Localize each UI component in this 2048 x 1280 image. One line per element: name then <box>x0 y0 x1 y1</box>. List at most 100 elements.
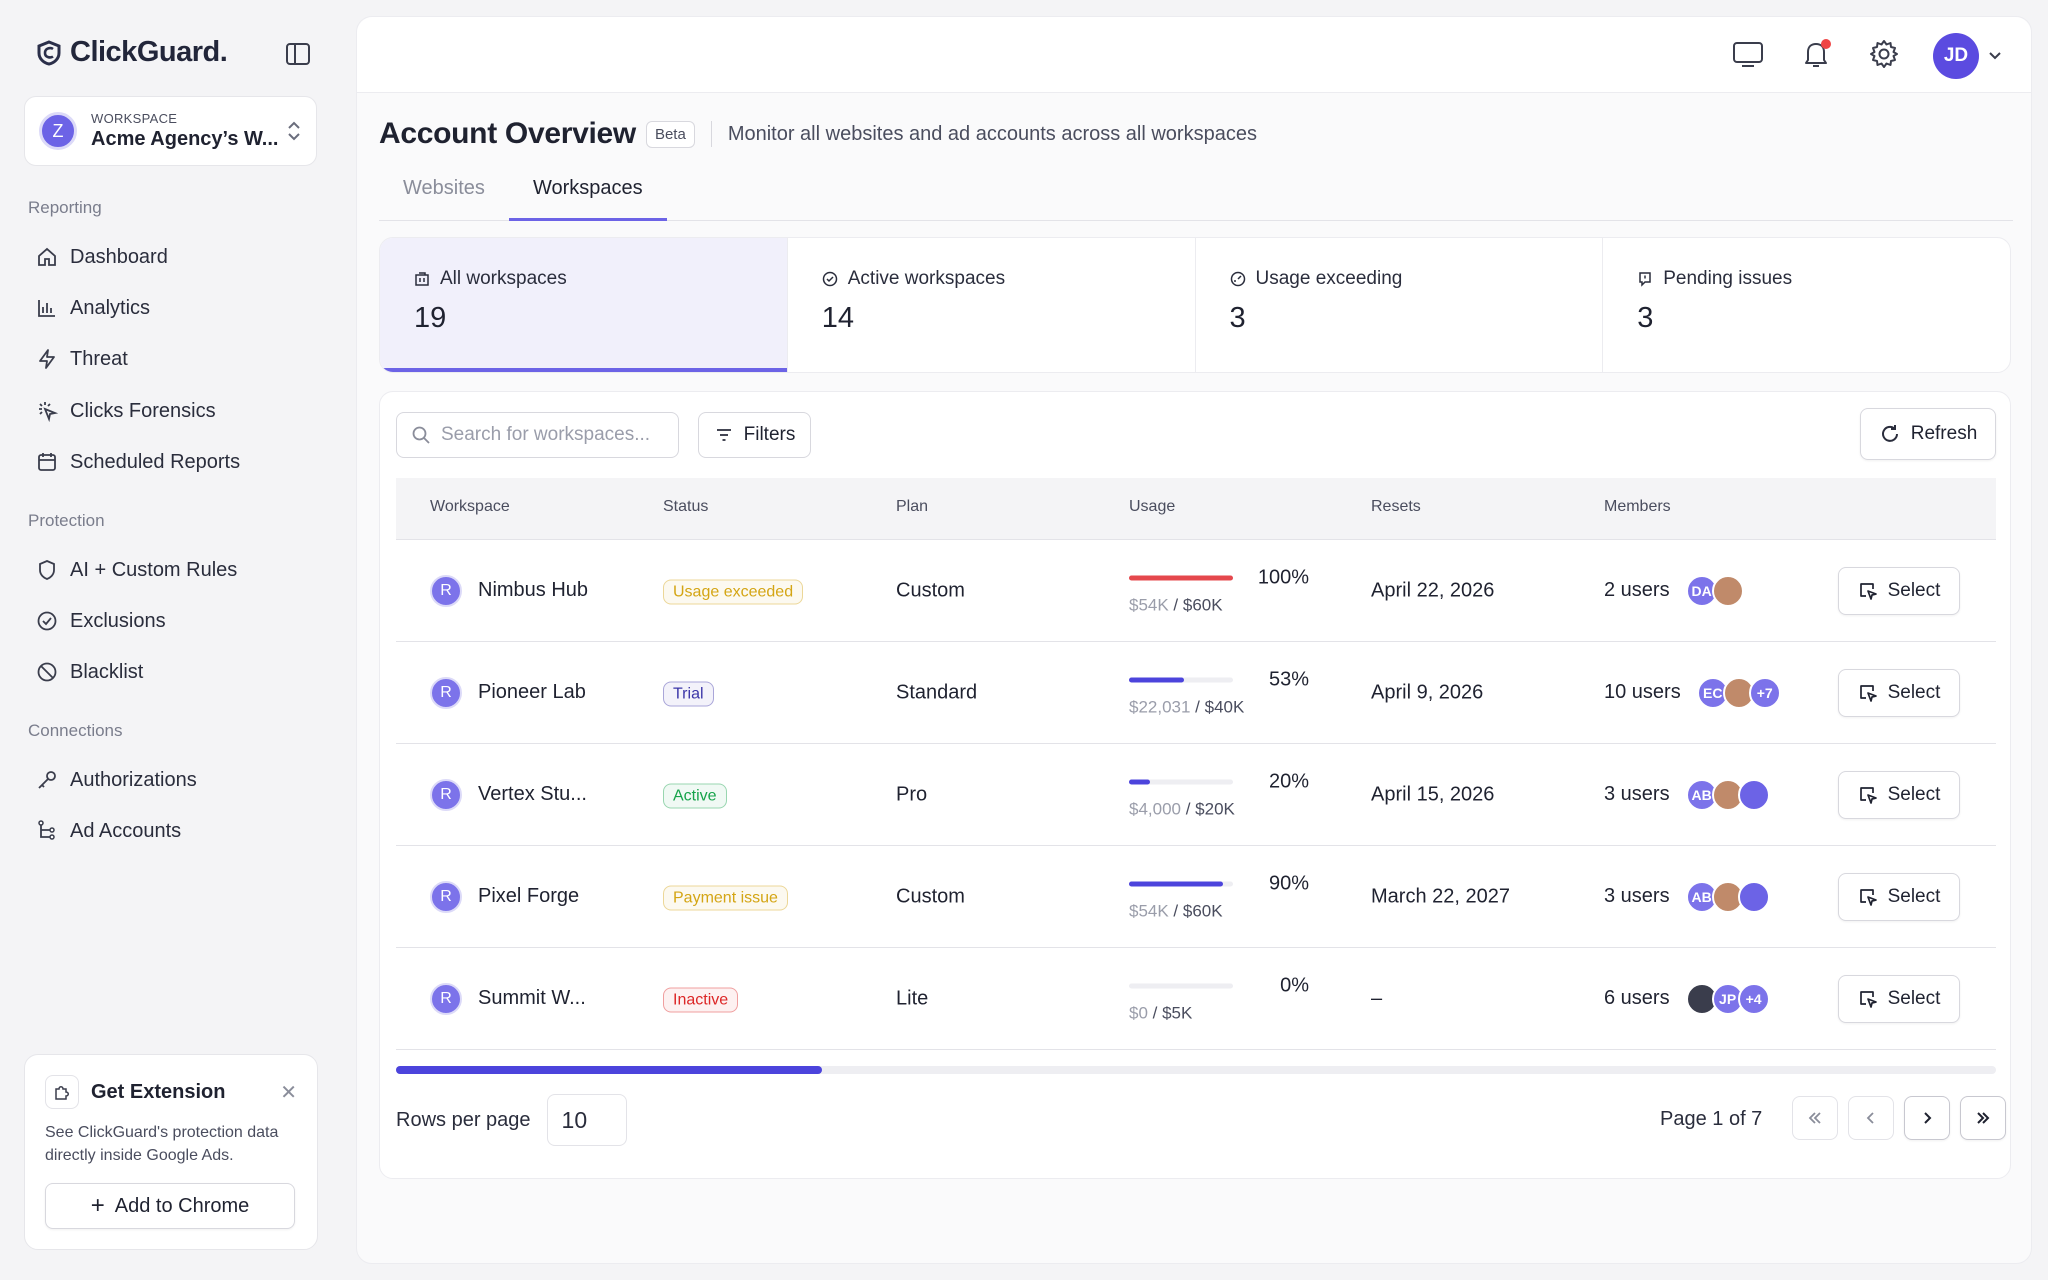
horizontal-scrollbar[interactable] <box>396 1066 1996 1074</box>
usage-percent: 53% <box>1268 668 1309 690</box>
message-alert-icon <box>1639 272 1651 287</box>
tab-workspaces[interactable]: Workspaces <box>509 177 667 221</box>
sidebar-collapse-icon[interactable] <box>284 40 312 68</box>
table-row[interactable]: R Pioneer Lab Trial Standard 53% $22,031… <box>396 642 1996 744</box>
page-subtitle: Monitor all websites and ad accounts acr… <box>727 122 1257 145</box>
resets-cell: – <box>1371 987 1383 1009</box>
brand-logo[interactable]: ClickGuard. <box>36 36 228 69</box>
ban-icon <box>37 662 57 682</box>
gear-icon[interactable] <box>1867 37 1901 71</box>
monitor-icon[interactable] <box>1731 37 1765 71</box>
usage-cell: 90% $54K / $60K <box>1129 872 1309 921</box>
main-panel: JD Account Overview Beta Monitor all web… <box>356 16 2032 1264</box>
scrollbar-thumb[interactable] <box>396 1066 822 1074</box>
usage-separator: / <box>1147 1003 1163 1022</box>
sidebar-item-scheduled-reports[interactable]: Scheduled Reports <box>36 446 240 478</box>
table-row[interactable]: R Summit W... Inactive Lite 0% $0 / $5K … <box>396 948 1996 1050</box>
workspace-switcher[interactable]: Z WORKSPACE Acme Agency’s W... <box>24 96 317 166</box>
member-avatars[interactable]: EC +7 <box>1696 676 1781 709</box>
close-icon[interactable]: ✕ <box>280 1080 297 1105</box>
select-label: Select <box>1887 987 1941 1009</box>
tab-websites[interactable]: Websites <box>379 177 509 221</box>
previous-page-button[interactable] <box>1848 1096 1894 1140</box>
column-header[interactable]: Resets <box>1371 498 1421 516</box>
workspace-name[interactable]: Summit W... <box>478 987 586 1010</box>
stats-row: All workspaces 19 Active workspaces 14 U… <box>379 237 2011 373</box>
sidebar-item-threat[interactable]: Threat <box>36 343 128 375</box>
stat-label: Active workspaces <box>847 268 1006 289</box>
user-avatar[interactable]: JD <box>1933 33 1979 79</box>
stat-active-workspaces[interactable]: Active workspaces 14 <box>788 238 1196 372</box>
usage-separator: / <box>1190 697 1205 716</box>
workspace-name[interactable]: Nimbus Hub <box>478 579 588 602</box>
sidebar-item-ad-accounts[interactable]: Ad Accounts <box>36 815 181 847</box>
filters-button[interactable]: Filters <box>698 412 811 458</box>
page-title: Account Overview <box>379 117 636 150</box>
sidebar-item-authorizations[interactable]: Authorizations <box>36 764 197 796</box>
first-page-button[interactable] <box>1792 1096 1838 1140</box>
sidebar-item-analytics[interactable]: Analytics <box>36 292 150 324</box>
table-row[interactable]: R Pixel Forge Payment issue Custom 90% $… <box>396 846 1996 948</box>
search-input[interactable]: Search for workspaces... <box>396 412 679 458</box>
table-header: Workspace Status Plan Usage Resets Membe… <box>396 478 1996 540</box>
select-button[interactable]: Select <box>1838 566 1960 615</box>
sidebar: ClickGuard. Z WORKSPACE Acme Agency’s W.… <box>0 0 340 1280</box>
members-cell: 3 users AB <box>1604 778 1770 811</box>
add-to-chrome-button[interactable]: + Add to Chrome <box>45 1183 295 1229</box>
sidebar-item-ai-custom-rules[interactable]: AI + Custom Rules <box>36 554 237 586</box>
stat-value: 3 <box>1229 302 1246 334</box>
sidebar-item-blacklist[interactable]: Blacklist <box>36 656 143 688</box>
home-icon <box>38 247 56 266</box>
member-avatars[interactable]: AB <box>1685 778 1770 811</box>
select-button[interactable]: Select <box>1838 974 1960 1023</box>
plan-cell: Custom <box>896 885 965 907</box>
member-avatars[interactable]: JP +4 <box>1685 982 1770 1015</box>
rows-per-page-select[interactable]: 10 <box>546 1094 627 1146</box>
sidebar-item-label: Exclusions <box>70 609 166 632</box>
column-header[interactable]: Status <box>663 498 708 516</box>
chevron-down-icon[interactable] <box>1987 49 2003 63</box>
table-row[interactable]: R Vertex Stu... Active Pro 20% $4,000 / … <box>396 744 1996 846</box>
get-extension-card: Get Extension ✕ See ClickGuard's protect… <box>24 1054 318 1250</box>
column-header[interactable]: Usage <box>1129 498 1175 516</box>
select-label: Select <box>1887 783 1941 805</box>
cursor-select-icon <box>1859 684 1877 702</box>
select-button[interactable]: Select <box>1838 872 1960 921</box>
brand-name: ClickGuard <box>70 36 220 68</box>
workspace-label: WORKSPACE <box>91 111 178 126</box>
sidebar-item-clicks-forensics[interactable]: Clicks Forensics <box>36 395 216 427</box>
column-header[interactable]: Plan <box>896 498 928 516</box>
sidebar-item-dashboard[interactable]: Dashboard <box>36 241 168 273</box>
clickguard-logo-icon <box>37 39 61 66</box>
select-label: Select <box>1887 885 1941 907</box>
member-avatars[interactable]: AB <box>1685 880 1770 913</box>
usage-limit: $40K <box>1204 697 1245 716</box>
usage-separator: / <box>1168 595 1183 614</box>
sidebar-item-exclusions[interactable]: Exclusions <box>36 605 166 637</box>
stat-pending-issues[interactable]: Pending issues 3 <box>1603 238 2010 372</box>
last-page-button[interactable] <box>1960 1096 2006 1140</box>
stat-usage-exceeding[interactable]: Usage exceeding 3 <box>1196 238 1604 372</box>
select-button[interactable]: Select <box>1838 770 1960 819</box>
workspaces-table-card: Search for workspaces... Filters Refresh… <box>379 391 2011 1179</box>
cursor-select-icon <box>1859 888 1877 906</box>
stat-all-workspaces[interactable]: All workspaces 19 <box>380 238 788 372</box>
workspace-name[interactable]: Pixel Forge <box>478 885 579 908</box>
select-button[interactable]: Select <box>1838 668 1960 717</box>
chevrons-left-icon <box>1808 1112 1821 1124</box>
workspace-name[interactable]: Pioneer Lab <box>478 681 586 704</box>
resets-cell: April 9, 2026 <box>1371 681 1484 703</box>
member-avatars[interactable]: DA <box>1685 574 1744 607</box>
check-circle-icon <box>822 271 837 287</box>
sidebar-item-label: Blacklist <box>70 660 144 683</box>
members-count: 2 users <box>1604 579 1670 601</box>
filter-icon <box>716 429 731 441</box>
column-header[interactable]: Workspace <box>430 498 510 516</box>
refresh-button[interactable]: Refresh <box>1860 408 1996 460</box>
check-circle-icon <box>37 611 57 631</box>
workspace-name[interactable]: Vertex Stu... <box>478 783 587 806</box>
refresh-icon <box>1881 425 1898 442</box>
table-row[interactable]: R Nimbus Hub Usage exceeded Custom 100% … <box>396 540 1996 642</box>
next-page-button[interactable] <box>1904 1096 1950 1140</box>
column-header[interactable]: Members <box>1604 498 1671 516</box>
